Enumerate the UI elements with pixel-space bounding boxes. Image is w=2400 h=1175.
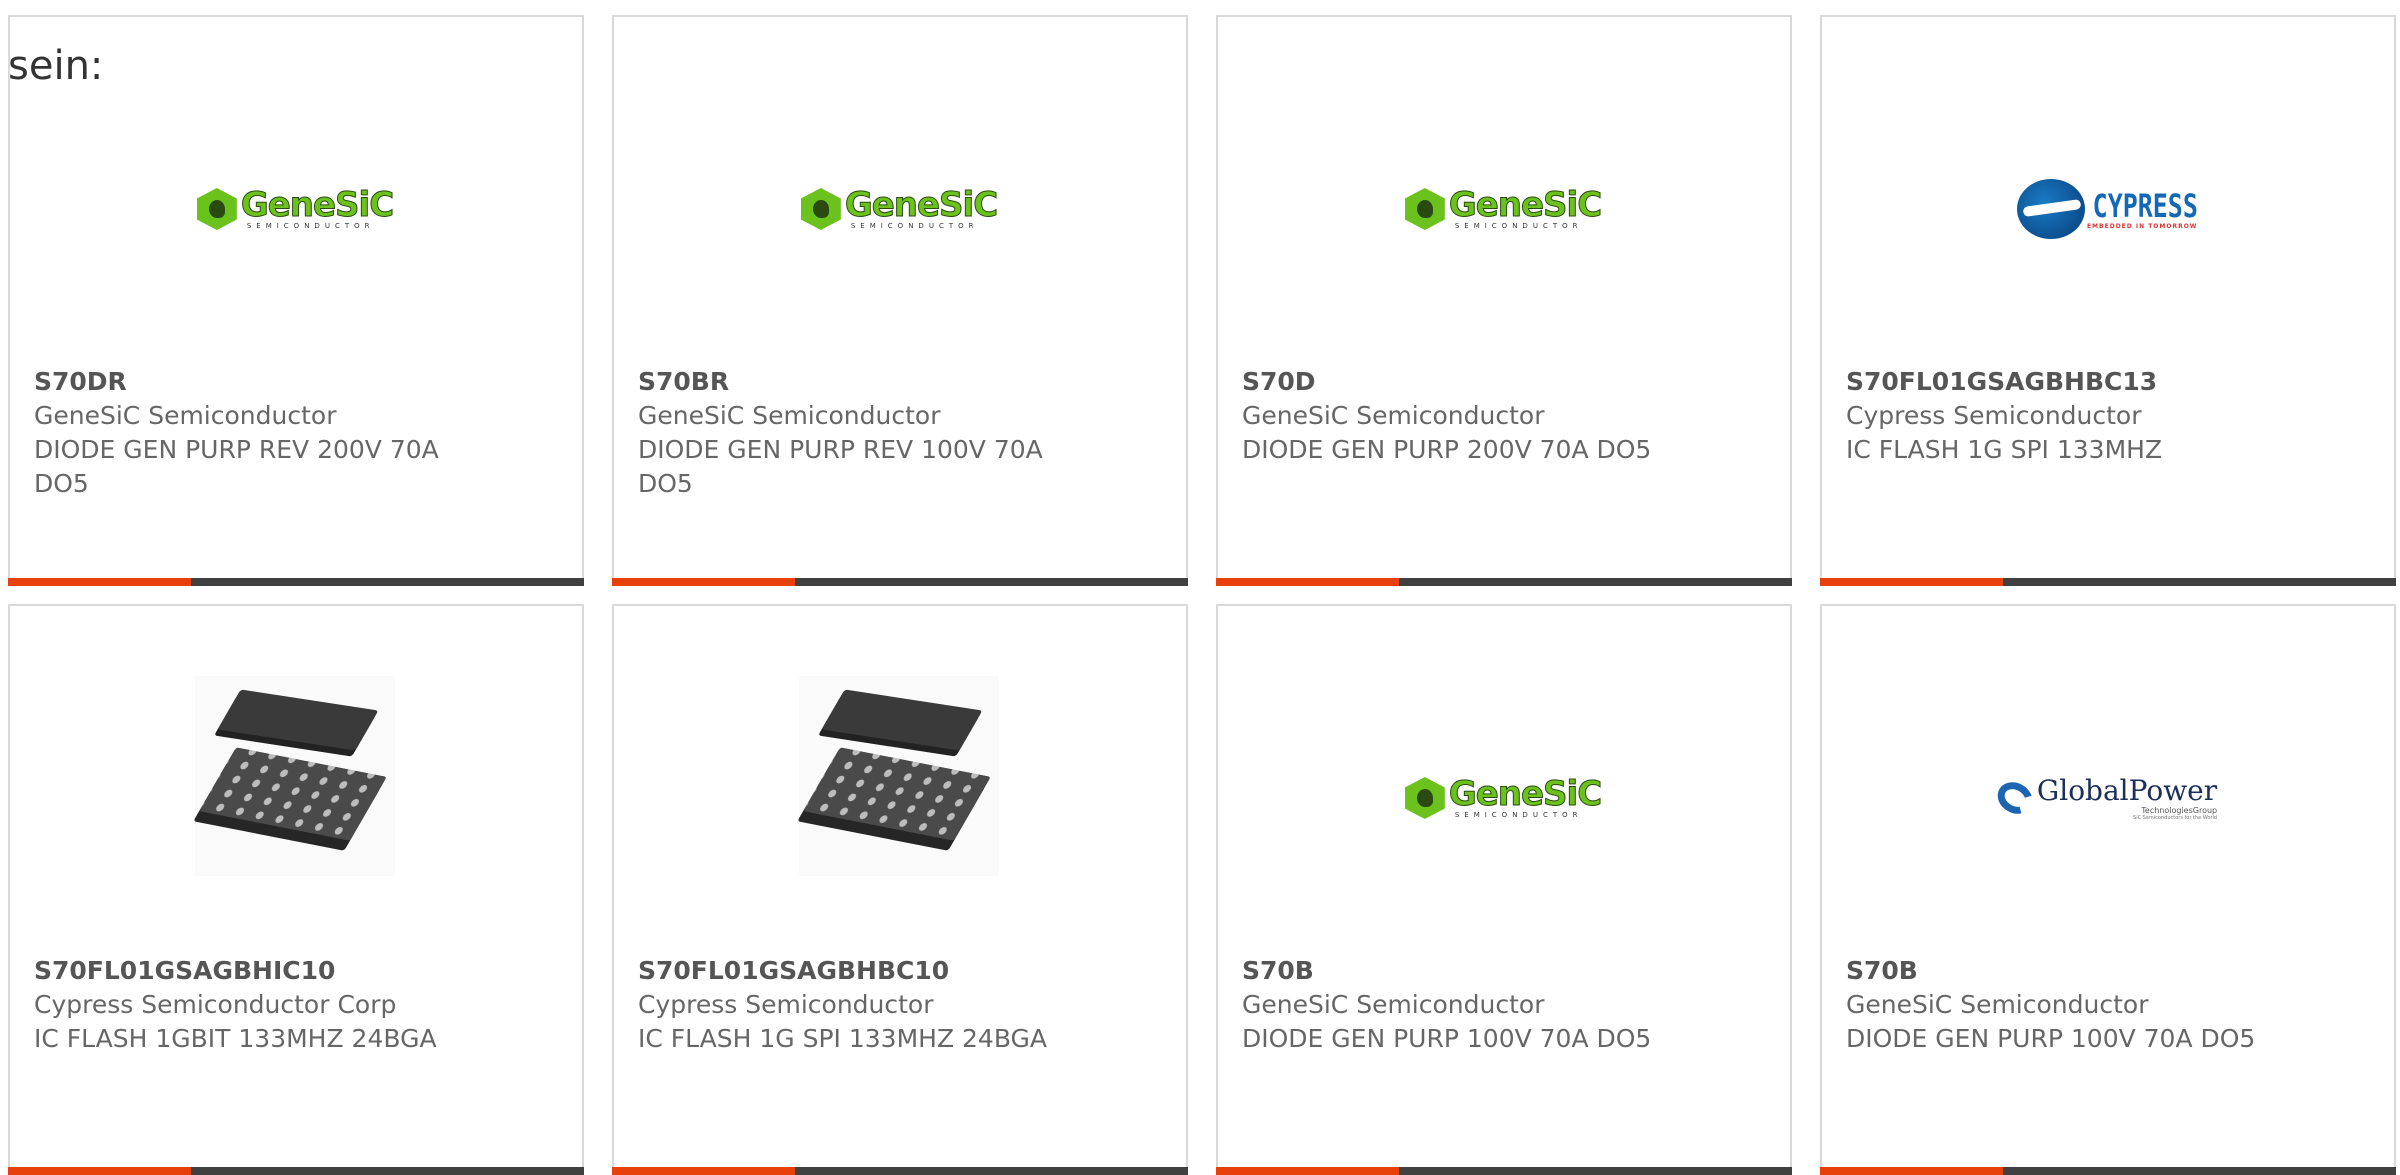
intro-text: sein: (8, 43, 104, 89)
part-number: S70FL01GSAGBHBC10 (638, 956, 950, 985)
card-bar (8, 578, 584, 586)
description: DIODE GEN PURP REV 100V 70A DO5 (638, 435, 1043, 498)
genesic-logo: GeneSiC SEMICONDUCTOR (1403, 698, 1603, 898)
manufacturer: Cypress Semiconductor Corp (34, 990, 397, 1019)
cypress-globe-icon (2016, 179, 2085, 239)
genesic-hex-icon (800, 188, 841, 230)
description: DIODE GEN PURP 100V 70A DO5 (1846, 1024, 2256, 1053)
card-bar (1216, 578, 1792, 586)
genesic-logo: GeneSiC SEMICONDUCTOR (1403, 109, 1603, 309)
product-card[interactable]: GeneSiC SEMICONDUCTOR S70BR GeneSiC Semi… (612, 15, 1188, 586)
part-number: S70FL01GSAGBHIC10 (34, 956, 336, 985)
card-bar (612, 578, 1188, 586)
part-number: S70DR (34, 367, 127, 396)
genesic-hex-icon (196, 188, 237, 230)
manufacturer: Cypress Semiconductor (1846, 401, 2142, 430)
card-bar (1216, 1167, 1792, 1175)
genesic-hex-icon (1404, 188, 1445, 230)
genesic-hex-icon (1404, 777, 1445, 819)
bga-chip-image (195, 676, 395, 876)
bga-chip-image (799, 676, 999, 876)
part-number: S70B (1846, 956, 1918, 985)
manufacturer: Cypress Semiconductor (638, 990, 934, 1019)
card-bar (1820, 578, 2396, 586)
manufacturer: GeneSiC Semiconductor (1242, 401, 1545, 430)
description: IC FLASH 1GBIT 133MHZ 24BGA (34, 1024, 437, 1053)
product-card[interactable]: CYPRESS EMBEDDED IN TOMORROW S70FL01GSAG… (1820, 15, 2396, 586)
part-number: S70FL01GSAGBHBC13 (1846, 367, 2158, 396)
manufacturer: GeneSiC Semiconductor (34, 401, 337, 430)
manufacturer: GeneSiC Semiconductor (1242, 990, 1545, 1019)
cypress-logo: CYPRESS EMBEDDED IN TOMORROW (2007, 109, 2207, 309)
card-bar (612, 1167, 1188, 1175)
product-card[interactable]: GeneSiC SEMICONDUCTOR S70DR GeneSiC Semi… (8, 15, 584, 586)
description: DIODE GEN PURP 200V 70A DO5 (1242, 435, 1652, 464)
card-bar (1820, 1167, 2396, 1175)
part-number: S70D (1242, 367, 1316, 396)
manufacturer: GeneSiC Semiconductor (1846, 990, 2149, 1019)
description: IC FLASH 1G SPI 133MHZ 24BGA (638, 1024, 1048, 1053)
globalpower-logo: GlobalPower TechnologiesGroup SiC Semico… (1991, 698, 2217, 898)
globalpower-swirl-icon (1991, 776, 2038, 820)
description: DIODE GEN PURP REV 200V 70A DO5 (34, 435, 439, 498)
product-card[interactable]: GeneSiC SEMICONDUCTOR S70B GeneSiC Semic… (1216, 604, 1792, 1175)
card-bar (8, 1167, 584, 1175)
description: IC FLASH 1G SPI 133MHZ (1846, 435, 2163, 464)
product-card[interactable]: GeneSiC SEMICONDUCTOR S70D GeneSiC Semic… (1216, 15, 1792, 586)
product-card[interactable]: S70FL01GSAGBHIC10 Cypress Semiconductor … (8, 604, 584, 1175)
product-card[interactable]: GlobalPower TechnologiesGroup SiC Semico… (1820, 604, 2396, 1175)
part-number: S70B (1242, 956, 1314, 985)
genesic-logo: GeneSiC SEMICONDUCTOR (195, 109, 395, 309)
product-card[interactable]: S70FL01GSAGBHBC10 Cypress Semiconductor … (612, 604, 1188, 1175)
part-number: S70BR (638, 367, 730, 396)
genesic-logo: GeneSiC SEMICONDUCTOR (799, 109, 999, 309)
description: DIODE GEN PURP 100V 70A DO5 (1242, 1024, 1652, 1053)
manufacturer: GeneSiC Semiconductor (638, 401, 941, 430)
